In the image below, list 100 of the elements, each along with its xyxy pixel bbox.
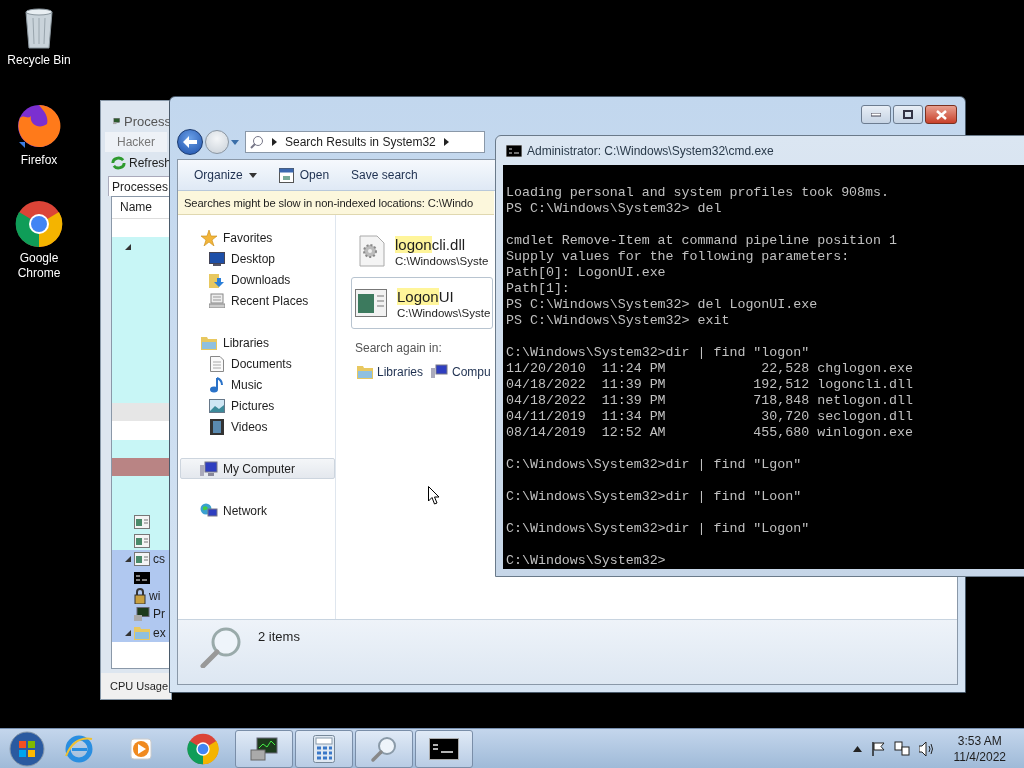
taskbar-button[interactable]: [415, 729, 473, 768]
process-name: Pr: [153, 607, 165, 622]
folder-icon: [357, 364, 373, 379]
toolbar-button[interactable]: Open: [272, 165, 336, 185]
console-line: 04/11/2019 11:34 PM 30,720 seclogon.dll: [506, 409, 914, 425]
window-icon: [278, 167, 294, 183]
expand-icon[interactable]: [125, 556, 131, 563]
breadcrumb-arrow-icon: [443, 138, 449, 146]
search-location-link[interactable]: Compu: [431, 364, 491, 379]
nav-item[interactable]: Videos: [180, 416, 335, 437]
file-name: LogonUI: [397, 287, 455, 305]
start-button[interactable]: [9, 730, 45, 767]
computer-icon: [200, 460, 218, 477]
lock-icon: [134, 588, 146, 604]
nav-item[interactable]: Downloads: [180, 269, 335, 290]
show-hidden-icons-icon[interactable]: [852, 745, 862, 752]
console-line: C:\Windows\System32>dir | find "Logon": [506, 521, 811, 537]
search-icon: [250, 135, 264, 149]
nav-item[interactable]: Music: [180, 374, 335, 395]
console-line: 08/14/2019 12:52 AM 455,680 winlogon.exe: [506, 425, 914, 441]
expand-icon[interactable]: [125, 243, 131, 250]
file-item[interactable]: LogonUI C:\Windows\Syste: [351, 277, 493, 329]
close-button[interactable]: [925, 105, 957, 124]
back-arrow-icon: [183, 136, 197, 148]
firefox-icon[interactable]: [15, 102, 63, 150]
computer-icon: [431, 364, 449, 379]
nav-item[interactable]: Desktop: [180, 248, 335, 269]
monitor-icon: [249, 735, 279, 762]
console-line: PS C:\Windows\System32> exit: [506, 313, 731, 329]
address-bar[interactable]: Search Results in System32: [245, 131, 485, 153]
window-icon: [134, 533, 150, 548]
status-text: CPU Usage: [110, 680, 169, 692]
recent-places-icon: [209, 293, 225, 308]
desktop-icon: [209, 251, 225, 266]
console-line: C:\Windows\System32>dir | find "Lgon": [506, 457, 803, 473]
nav-item[interactable]: Recent Places: [180, 290, 335, 311]
desktop-icon-label[interactable]: Google Chrome: [11, 251, 67, 281]
film-icon: [210, 418, 224, 435]
file-item[interactable]: logoncli.dll C:\Windows\Syste: [351, 227, 493, 275]
flag-icon[interactable]: [870, 741, 885, 756]
search-location-link[interactable]: Libraries: [357, 364, 424, 379]
desktop-icon-label[interactable]: Recycle Bin: [3, 53, 75, 68]
dropdown-icon[interactable]: [231, 139, 239, 145]
mouse-pointer-icon: [428, 486, 440, 505]
chrome-icon[interactable]: [15, 200, 63, 248]
processes-tab[interactable]: Processes: [108, 176, 171, 196]
picture-icon: [209, 398, 225, 413]
process-row[interactable]: Pr: [112, 605, 170, 624]
breadcrumb-arrow-icon: [272, 138, 277, 146]
console-line: cmdlet Remove-Item at command pipeline position 1: [506, 233, 898, 249]
desktop-icon-label[interactable]: Firefox: [3, 153, 75, 168]
gear-file-icon: [359, 235, 385, 267]
console-line: Path[1]:: [506, 281, 571, 297]
file-path: C:\Windows\Syste: [397, 306, 491, 319]
console-line: 04/18/2022 11:39 PM 718,848 netlogon.dll: [506, 393, 914, 409]
nav-item[interactable]: Documents: [180, 353, 335, 374]
item-count: 2 items: [258, 629, 300, 644]
nav-item[interactable]: Network: [180, 500, 335, 521]
toolbar-button[interactable]: Save search: [345, 166, 424, 184]
window-icon: [134, 515, 150, 530]
network-icon: [200, 502, 218, 519]
console-line: PS C:\Windows\System32> del: [506, 201, 723, 217]
process-row[interactable]: cs: [112, 550, 170, 569]
taskbar-button[interactable]: [235, 729, 293, 768]
clock-time: 3:53 AM: [957, 732, 1002, 749]
monitor-icon: [134, 607, 150, 622]
console-icon: [429, 737, 459, 760]
nav-item[interactable]: Favorites: [180, 227, 335, 248]
clock[interactable]: 3:53 AM 11/4/2022: [953, 732, 1006, 765]
file-name: logoncli.dll: [395, 235, 467, 253]
console-icon: [506, 144, 522, 157]
close-icon: [935, 109, 947, 120]
maximize-icon: [903, 110, 913, 119]
process-row[interactable]: [112, 237, 170, 256]
expand-icon[interactable]: [125, 629, 131, 636]
process-name: cs: [153, 552, 165, 567]
maximize-button[interactable]: [893, 105, 923, 124]
console-line: Path[0]: LogonUI.exe: [506, 265, 667, 281]
minimize-button[interactable]: [861, 105, 891, 124]
console-line: Supply values for the following parameters:: [506, 249, 851, 265]
back-button[interactable]: [177, 129, 203, 155]
nav-item[interactable]: Pictures: [180, 395, 335, 416]
chrome-icon: [187, 732, 219, 765]
console-line: 04/18/2022 11:39 PM 192,512 logoncli.dll: [506, 377, 914, 393]
calculator-icon: [313, 734, 335, 763]
network-icon[interactable]: [893, 741, 910, 756]
magnifier-icon: [370, 734, 398, 763]
console-line: C:\Windows\System32>: [506, 553, 667, 569]
nav-item[interactable]: Libraries: [180, 332, 335, 353]
application-icon: [355, 289, 387, 317]
folder-icon: [134, 625, 150, 640]
clock-date: 11/4/2022: [953, 748, 1006, 765]
star-icon: [201, 229, 217, 246]
nav-item[interactable]: My Computer: [180, 458, 335, 479]
info-bar[interactable]: Searches might be slow in non-indexed locations: C:\Windo: [178, 191, 494, 215]
document-icon: [210, 355, 224, 372]
toolbar-button[interactable]: Organize: [188, 166, 263, 184]
window-icon: [134, 552, 150, 567]
console-icon: [134, 571, 150, 584]
speaker-icon[interactable]: [918, 741, 935, 756]
